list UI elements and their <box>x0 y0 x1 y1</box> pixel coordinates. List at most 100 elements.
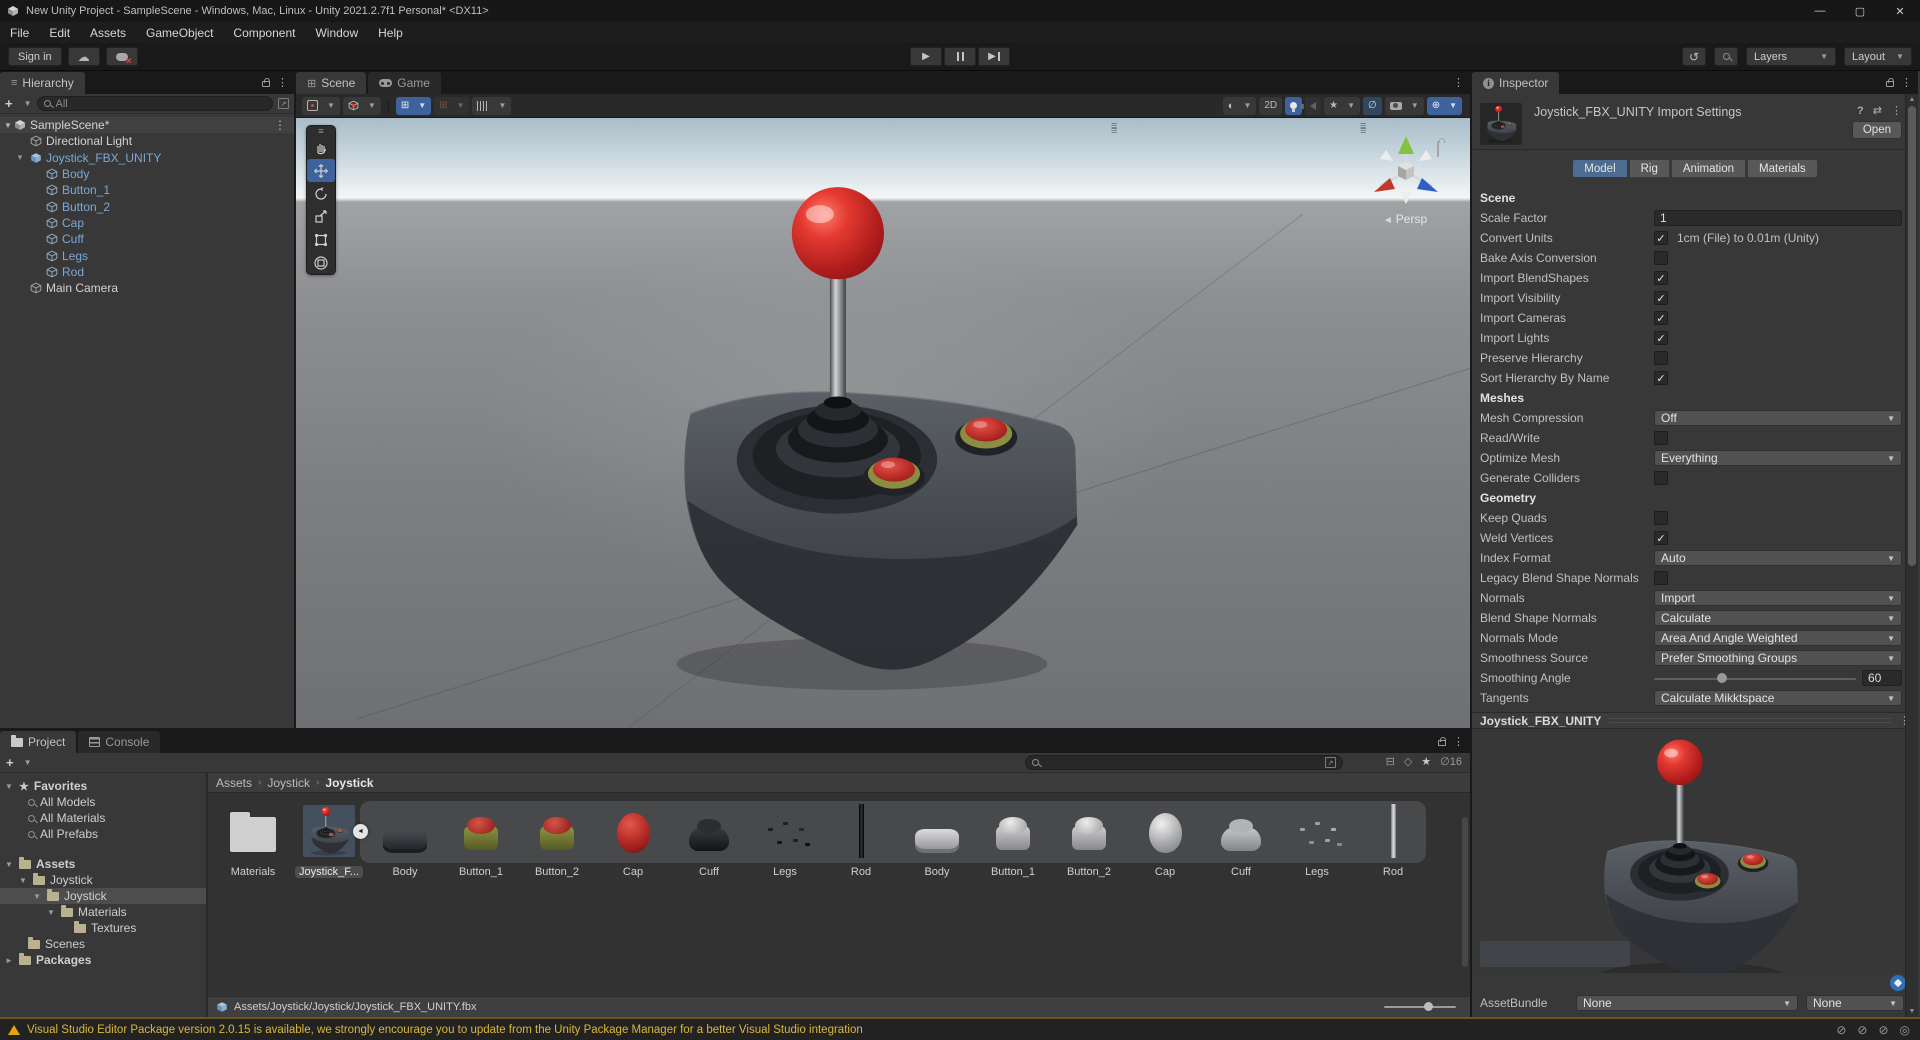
normals-mode-dropdown[interactable]: Area And Angle Weighted ▼ <box>1654 630 1902 646</box>
maximize-button[interactable]: ▢ <box>1840 0 1880 22</box>
chevron-down-icon[interactable]: ▼ <box>24 99 32 108</box>
close-button[interactable]: ✕ <box>1880 0 1920 22</box>
menu-edit[interactable]: Edit <box>39 22 80 43</box>
blendshape-normals-dropdown[interactable]: Calculate ▼ <box>1654 610 1902 626</box>
asset-body[interactable]: Body <box>369 805 441 878</box>
minimize-button[interactable]: — <box>1800 0 1840 22</box>
hierarchy-item-button-2[interactable]: Button_2 <box>0 198 294 214</box>
lock-icon[interactable] <box>1886 78 1894 87</box>
asset-materials-folder[interactable]: Materials <box>217 805 289 878</box>
scale-factor-input[interactable]: 1 <box>1654 210 1902 226</box>
mesh-compression-dropdown[interactable]: Off ▼ <box>1654 410 1902 426</box>
assetbundle-variant-dropdown[interactable]: None ▼ <box>1806 995 1904 1011</box>
tree-item-joystick-selected[interactable]: ▼ Joystick <box>0 888 206 904</box>
help-icon[interactable]: ? <box>1857 105 1864 117</box>
hierarchy-item-main-camera[interactable]: Main Camera <box>0 280 294 296</box>
menu-help[interactable]: Help <box>368 22 413 43</box>
collapse-subassets-button[interactable]: ◄ <box>353 824 368 839</box>
hierarchy-item-button-1[interactable]: Button_1 <box>0 182 294 198</box>
asset-label-icon[interactable] <box>1890 975 1906 991</box>
rect-tool[interactable] <box>307 228 335 251</box>
camera-view-button[interactable]: ▼ <box>1384 96 1424 115</box>
undo-history-button[interactable]: ↺ <box>1682 47 1706 66</box>
create-button[interactable]: + <box>6 755 14 770</box>
sign-in-button[interactable]: Sign in <box>8 47 62 66</box>
presets-icon[interactable]: ⇄ <box>1873 104 1882 117</box>
tree-item-all-materials[interactable]: All Materials <box>0 810 206 826</box>
grid-snap-button[interactable]: ⊞ ▼ <box>395 96 432 115</box>
move-tool[interactable] <box>307 159 335 182</box>
audio-toggle-button[interactable] <box>1301 96 1322 115</box>
asset-body-mesh[interactable]: Body <box>901 805 973 878</box>
hand-tool[interactable] <box>307 136 335 159</box>
rotate-tool[interactable] <box>307 182 335 205</box>
asset-legs-mesh[interactable]: Legs <box>1281 805 1353 878</box>
expand-caret-icon[interactable]: ▼ <box>16 153 24 162</box>
normals-dropdown[interactable]: Import ▼ <box>1654 590 1902 606</box>
project-search-input[interactable]: ↗ <box>1025 755 1343 770</box>
tree-item-materials[interactable]: ▼ Materials <box>0 904 206 920</box>
index-format-dropdown[interactable]: Auto ▼ <box>1654 550 1902 566</box>
search-by-label-icon[interactable]: ◇ <box>1404 755 1412 768</box>
menu-file[interactable]: File <box>0 22 39 43</box>
lock-icon[interactable] <box>262 78 270 87</box>
persp-label[interactable]: ◄ Persp <box>1360 212 1450 226</box>
sort-hierarchy-checkbox[interactable] <box>1654 371 1668 385</box>
search-button[interactable] <box>1714 47 1738 66</box>
breadcrumb-assets[interactable]: Assets <box>216 776 252 790</box>
tab-materials[interactable]: Materials <box>1747 159 1818 178</box>
bake-axis-conversion-checkbox[interactable] <box>1654 251 1668 265</box>
tab-rig[interactable]: Rig <box>1628 159 1670 178</box>
favorites-star-icon[interactable]: ★ <box>1421 755 1431 768</box>
keep-quads-checkbox[interactable] <box>1654 511 1668 525</box>
smoothing-angle-value[interactable]: 60 <box>1862 670 1902 686</box>
panel-menu-icon[interactable]: ⋮ <box>1453 735 1464 748</box>
tab-scene[interactable]: ⊞ Scene <box>296 72 367 94</box>
asset-joystick-fbx[interactable]: Joystick_F... <box>293 805 365 878</box>
hidden-count-badge[interactable]: ∅16 <box>1440 755 1462 768</box>
pause-button[interactable] <box>944 47 976 66</box>
collab-button[interactable] <box>105 47 138 67</box>
import-blendshapes-checkbox[interactable] <box>1654 271 1668 285</box>
notifications-muted-icon[interactable]: ⊘ <box>1836 1023 1846 1037</box>
axis-negative-cone[interactable] <box>1380 150 1393 161</box>
hierarchy-search-input[interactable]: All <box>36 96 273 111</box>
hierarchy-item-legs[interactable]: Legs <box>0 247 294 263</box>
tab-inspector[interactable]: i Inspector <box>1472 72 1560 94</box>
tree-item-packages[interactable]: ► Packages <box>0 952 206 968</box>
read-write-checkbox[interactable] <box>1654 431 1668 445</box>
open-button[interactable]: Open <box>1851 121 1902 139</box>
scene-menu-icon[interactable]: ⋮ <box>274 118 286 132</box>
asset-rod[interactable]: Rod <box>825 804 897 878</box>
weld-vertices-checkbox[interactable] <box>1654 531 1668 545</box>
panel-menu-icon[interactable]: ⋮ <box>1901 76 1912 89</box>
pivot-button[interactable]: ▼ <box>342 96 381 115</box>
optimize-mesh-dropdown[interactable]: Everything ▼ <box>1654 450 1902 466</box>
asset-preview[interactable] <box>1472 729 1918 973</box>
y-axis-cone[interactable] <box>1398 136 1414 154</box>
tab-game[interactable]: Game <box>368 72 441 94</box>
lock-icon[interactable] <box>1438 737 1446 746</box>
tab-project[interactable]: Project <box>0 731 77 753</box>
legacy-blendshape-normals-checkbox[interactable] <box>1654 571 1668 585</box>
cache-disabled-icon[interactable]: ⊘ <box>1857 1023 1867 1037</box>
tool-settings-button[interactable]: ▼ <box>302 96 340 115</box>
measure-button[interactable]: ▼ <box>472 96 512 115</box>
assetbundle-dropdown[interactable]: None ▼ <box>1576 995 1798 1011</box>
axis-negative-cone[interactable] <box>1400 192 1412 204</box>
asset-cuff[interactable]: Cuff <box>673 805 745 878</box>
menu-window[interactable]: Window <box>305 22 368 43</box>
preview-header[interactable]: Joystick_FBX_UNITY ⋮ <box>1472 712 1918 729</box>
tree-item-textures[interactable]: Textures <box>0 920 206 936</box>
asset-legs[interactable]: Legs <box>749 805 821 878</box>
status-ok-icon[interactable]: ◎ <box>1900 1023 1910 1037</box>
smoothness-source-dropdown[interactable]: Prefer Smoothing Groups ▼ <box>1654 650 1902 666</box>
asset-button-2[interactable]: Button_2 <box>521 805 593 878</box>
status-message[interactable]: Visual Studio Editor Package version 2.0… <box>27 1024 863 1036</box>
context-menu-icon[interactable]: ⋮ <box>1891 104 1902 117</box>
import-lights-checkbox[interactable] <box>1654 331 1668 345</box>
asset-button-1[interactable]: Button_1 <box>445 805 517 878</box>
tree-item-joystick[interactable]: ▼ Joystick <box>0 872 206 888</box>
hierarchy-item-body[interactable]: Body <box>0 166 294 182</box>
hierarchy-item-rod[interactable]: Rod <box>0 264 294 280</box>
